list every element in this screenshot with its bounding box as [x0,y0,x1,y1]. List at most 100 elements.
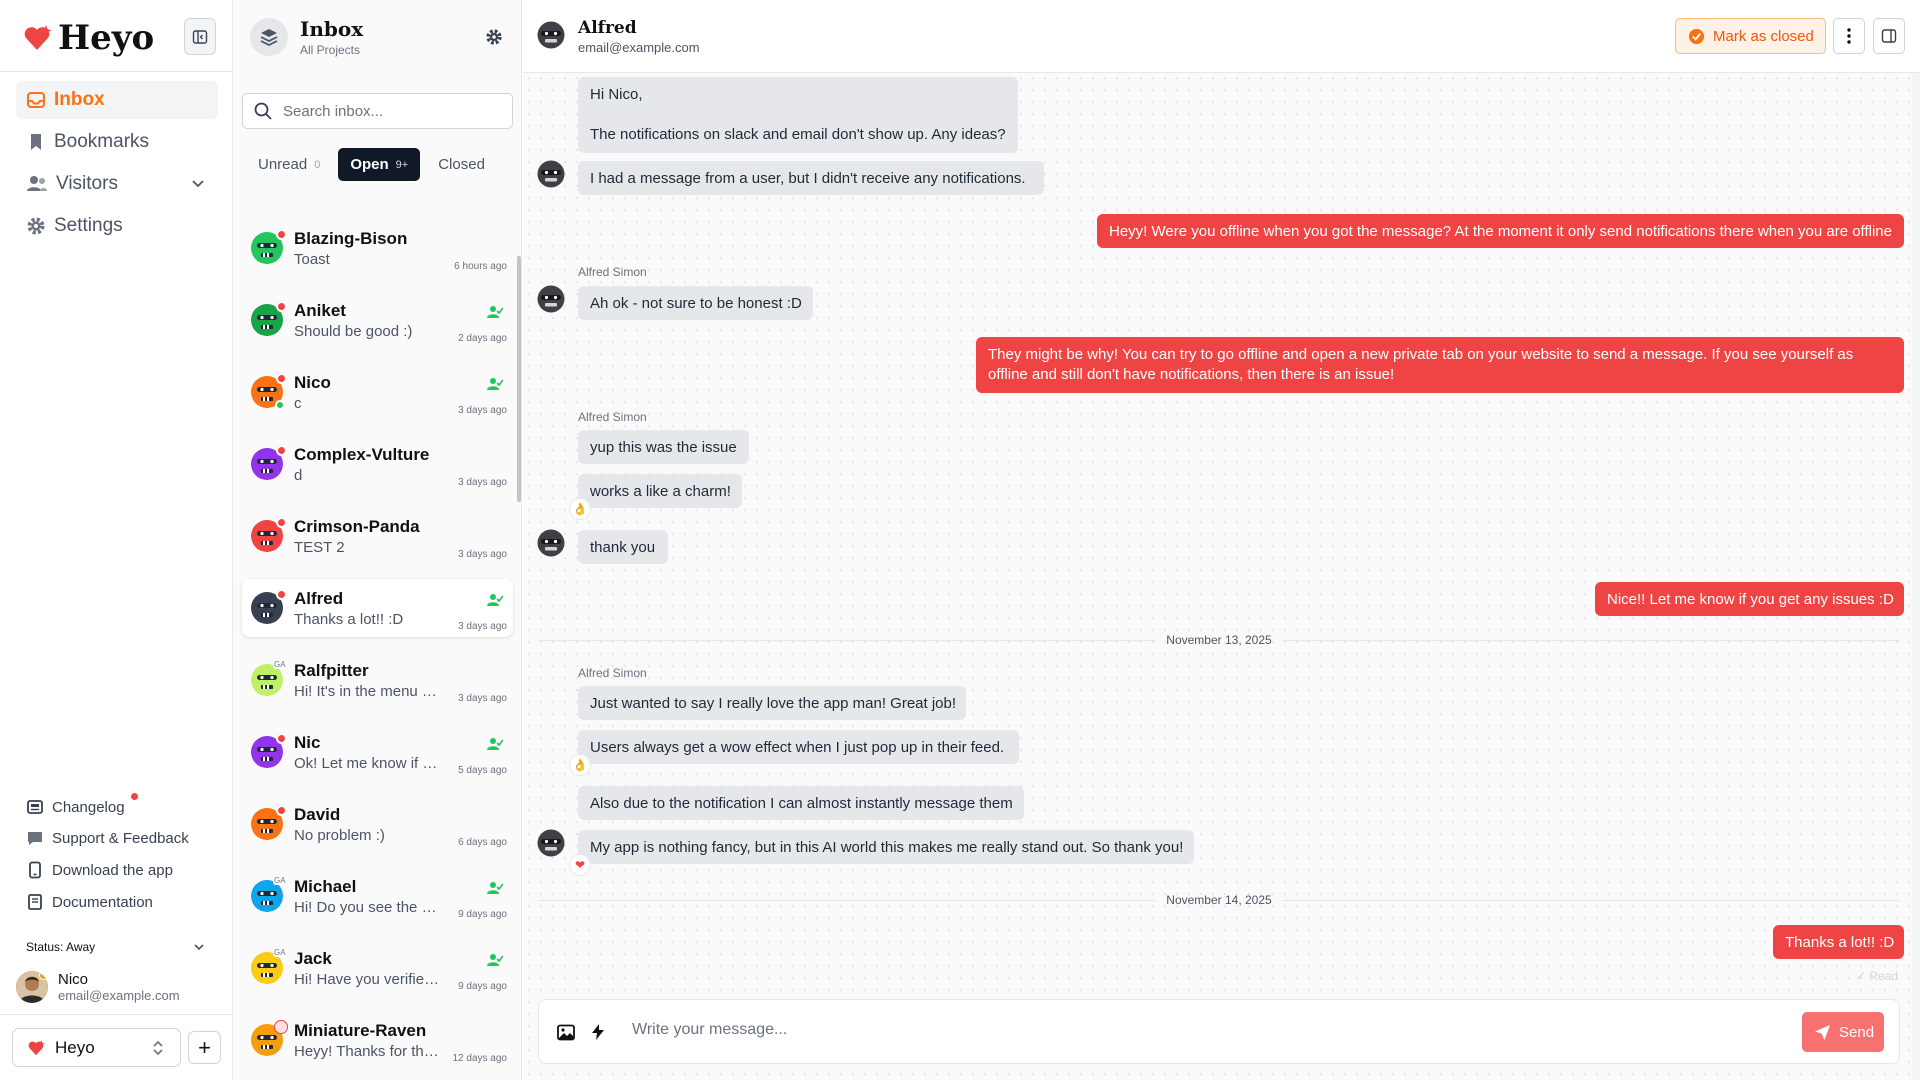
download-app-link[interactable]: Download the app [26,861,173,879]
avatar [250,517,287,558]
conversation-time: 12 days ago [452,1053,508,1064]
mark-as-closed-label: Mark as closed [1713,27,1814,45]
away-status-dot [39,971,48,980]
assigned-user-icon [487,377,504,396]
inbox-settings-button[interactable] [485,28,503,51]
search-placeholder: Search inbox... [283,102,384,120]
tab-closed[interactable]: Closed [426,148,497,181]
reaction-ok-hand-icon[interactable]: 👌 [569,498,591,520]
heyo-logo-icon [28,1039,45,1055]
tab-open[interactable]: Open 9+ [338,148,421,181]
assigned-user-icon [487,593,504,612]
conversation-time: 6 days ago [458,837,507,848]
message-composer: Write your message... Send [538,999,1900,1064]
more-options-button[interactable] [1833,18,1865,54]
contact-email: email@example.com [578,40,700,55]
conversation-preview: Heyy! Thanks for the message [294,1043,444,1060]
conversation-item[interactable]: GA Michael Hi! Do you see the chat now? 9 d… [242,867,513,925]
collapse-sidebar-button[interactable] [184,18,216,55]
user-name: Nico [58,971,89,988]
conversation-preview: Toast [294,251,330,268]
nav-item-label: Bookmarks [54,131,150,152]
conversation-name: Nico [294,373,331,392]
conversation-item[interactable]: Miniature-Raven Heyy! Thanks for the mess… [242,1011,513,1069]
conversation-name: Complex-Vulture [294,445,430,464]
current-user[interactable]: Nico email@example.com [16,971,180,1003]
changelog-link[interactable]: Changelog [26,793,138,816]
main-nav: Heyo Inbox Bookmarks Visitors Settings C… [0,0,233,1080]
conversation-name: Ralfpitter [294,661,369,680]
tab-label: Unread [258,156,308,173]
country-badge: GA [273,660,287,669]
chat-bubble-icon [28,832,42,845]
image-attach-button[interactable] [557,1024,575,1046]
nav-item-label: Settings [54,215,123,236]
conversation-item[interactable]: Crimson-Panda TEST 2 3 days ago [242,507,513,565]
tab-count: 9+ [395,158,409,171]
conversation-item[interactable]: Aniket Should be good :) 2 days ago [242,291,513,349]
message-bubble: Hi Nico, The notifications on slack and … [578,77,1018,153]
conversation-time: 3 days ago [458,549,507,560]
nav-item-visitors[interactable]: Visitors [16,165,218,203]
conversation-item[interactable]: David No problem :) 6 days ago [242,795,513,853]
contact-name: Alfred [578,18,637,38]
message-input[interactable]: Write your message... [632,1021,787,1039]
bookmark-icon [31,134,41,150]
conversation-item[interactable]: GA Jack Hi! Have you verified your domain?… [242,939,513,997]
quick-replies-button[interactable] [591,1023,605,1046]
reaction-ok-hand-icon[interactable]: 👌 [569,754,591,776]
phone-icon [29,861,41,879]
assigned-user-icon [487,305,504,324]
scrollbar[interactable] [1912,73,1920,1080]
reaction-heart-icon[interactable]: ❤ [569,854,591,876]
message-bubble: thank you [578,530,668,564]
message-text: yup this was the issue [590,439,737,456]
scrollbar[interactable] [517,256,521,502]
message-bubble-outgoing: Heyy! Were you offline when you got the … [1097,214,1904,248]
avatar [16,971,48,1003]
nav-item-settings[interactable]: Settings [16,207,218,245]
send-icon [1814,1024,1831,1040]
message-bubble-outgoing: Thanks a lot!! :D [1773,925,1904,959]
conversation-preview: Should be good :) [294,323,413,340]
send-button[interactable]: Send [1802,1012,1884,1052]
conversation-item[interactable]: GA Ralfpitter Hi! It's in the menu on the … [242,651,513,709]
conversation-item[interactable]: Nic Ok! Let me know if you need more 5 day… [242,723,513,781]
gear-icon [27,217,45,235]
add-project-button[interactable]: + [188,1031,221,1064]
avatar [250,1020,288,1062]
nav-item-bookmarks[interactable]: Bookmarks [16,123,218,161]
unread-badge [276,373,287,384]
status-select[interactable]: Status: Away [26,940,206,954]
sender-name: Alfred Simon [578,666,647,680]
inbox-header: Inbox All Projects [250,17,363,57]
conversation-name: David [294,805,341,824]
project-switcher[interactable]: Heyo [12,1028,181,1067]
unread-badge [276,733,287,744]
toggle-details-panel-button[interactable] [1873,18,1905,54]
unread-badge [276,229,287,240]
nav-item-inbox[interactable]: Inbox [16,81,218,119]
inbox-tabs: Unread 0 Open 9+ Closed [246,148,510,181]
conversation-time: 5 days ago [458,765,507,776]
chevron-down-icon [192,180,204,188]
message-text: Hi Nico, [590,86,643,103]
conversation-item[interactable]: Complex-Vulture d 3 days ago [242,435,513,493]
conversation-item[interactable]: Alfred Thanks a lot!! :D 3 days ago [242,579,513,637]
documentation-link[interactable]: Documentation [26,893,153,911]
message-bubble: Ah ok - not sure to be honest :D [578,286,813,320]
support-feedback-link[interactable]: Support & Feedback [26,829,189,847]
message-text: thank you [590,539,656,556]
message-bubble: Users always get a wow effect when I jus… [578,730,1019,764]
avatar [250,373,287,414]
date-separator: November 14, 2025 [538,890,1900,910]
search-input[interactable]: Search inbox... [242,93,513,129]
conversation-item[interactable]: Blazing-Bison Toast 6 hours ago [242,219,513,277]
nav-divider [0,71,232,72]
nav-item-label: Visitors [56,173,118,194]
mark-as-closed-button[interactable]: Mark as closed [1675,18,1826,54]
conversation-item[interactable]: Nico c 3 days ago [242,363,513,421]
tab-unread[interactable]: Unread 0 [246,148,332,181]
conversation-preview: No problem :) [294,827,385,844]
chevron-down-icon [194,944,204,951]
